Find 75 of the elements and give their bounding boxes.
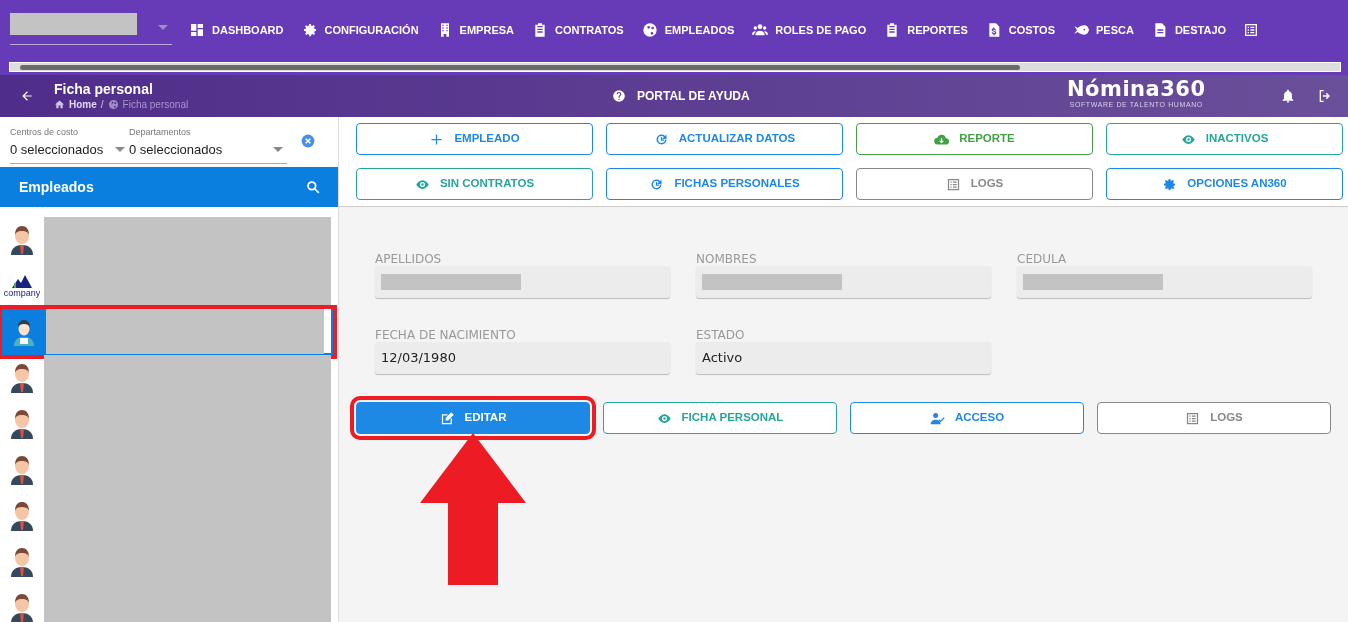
breadcrumb-separator: / <box>100 97 104 112</box>
fish-icon <box>1073 22 1089 38</box>
filter-select[interactable]: 0 seleccionados <box>10 139 129 164</box>
employee-list-item[interactable]: company <box>0 263 338 309</box>
toolbar-button[interactable]: EMPLEADO <box>356 123 593 155</box>
nav-link[interactable]: COSTOS <box>985 21 1055 39</box>
toolbar-button[interactable]: ACTUALIZAR DATOS <box>606 123 843 155</box>
person-avatar-icon <box>9 546 35 578</box>
input-field[interactable] <box>375 266 670 298</box>
search-icon[interactable] <box>306 180 320 194</box>
nav-link[interactable]: ROLES DE PAGO <box>752 21 867 39</box>
person-avatar-icon <box>9 408 35 440</box>
settings-icon <box>1162 176 1178 192</box>
input-field[interactable] <box>696 266 991 298</box>
filter-value: 0 seleccionados <box>129 140 223 159</box>
nav-link[interactable]: DESTAJO <box>1151 21 1227 39</box>
clipboard-icon <box>532 22 548 38</box>
person-avatar-icon <box>9 592 35 622</box>
input-field[interactable] <box>1017 266 1312 298</box>
caret-icon <box>273 146 283 152</box>
toolbar-button[interactable]: OPCIONES AN360 <box>1106 168 1343 200</box>
logo-text: company <box>3 288 41 298</box>
filter-select[interactable]: 0 seleccionados <box>129 139 287 164</box>
person-avatar-icon <box>9 224 35 256</box>
filter-label: Departamentos <box>129 126 192 139</box>
help-icon <box>612 89 626 103</box>
field-label: FECHA DE NACIMIENTO <box>375 328 517 342</box>
user-check-icon <box>929 410 945 426</box>
filter-label: Centros de costo <box>10 126 80 139</box>
field-label: CEDULA <box>1017 252 1068 266</box>
person-avatar-icon <box>9 500 35 532</box>
page-title: Ficha personal <box>54 80 154 97</box>
notification-bell-icon[interactable] <box>1280 88 1296 104</box>
filter-value: 0 seleccionados <box>10 140 104 159</box>
help-portal-link[interactable]: PORTAL DE AYUDA <box>637 87 750 105</box>
globe-icon <box>107 98 119 110</box>
breadcrumb-link[interactable]: Home <box>69 96 97 112</box>
field-label: APELLIDOS <box>375 252 443 266</box>
nav-link[interactable]: PESCA <box>1073 21 1134 39</box>
dashboard-icon <box>189 22 205 38</box>
list-icon <box>1243 22 1260 38</box>
nav-link[interactable]: DASHBOARD <box>189 21 284 39</box>
back-arrow-icon[interactable] <box>20 89 34 103</box>
person-avatar-icon <box>9 454 35 486</box>
settings-icon <box>301 22 318 38</box>
nav-link[interactable]: EMPLEADOS <box>641 21 735 39</box>
brand-logo: Nómina360 <box>1067 78 1206 100</box>
field-label: ESTADO <box>696 328 746 342</box>
nav-link[interactable]: CONFIGURACIÓN <box>301 21 419 39</box>
toolbar-button[interactable]: FICHAS PERSONALES <box>606 168 843 200</box>
scrollbar-thumb[interactable] <box>20 65 1020 70</box>
toolbar-button[interactable]: LOGS <box>856 168 1093 200</box>
nav-link[interactable]: EMPRESA <box>436 21 514 39</box>
clear-filter-icon[interactable] <box>301 134 315 148</box>
mountain-logo-icon <box>10 274 34 288</box>
breadcrumb-current-page: Ficha personal <box>122 97 189 112</box>
people-icon <box>752 22 769 38</box>
globe-icon <box>641 22 658 38</box>
nav-link[interactable]: CONTRATOS <box>532 21 624 39</box>
home-icon <box>54 98 65 110</box>
nav-link[interactable]: REPORTES <box>884 21 968 39</box>
caret-icon <box>158 25 168 30</box>
list-icon <box>1185 410 1201 426</box>
list-icon <box>945 176 961 192</box>
action-button[interactable]: LOGS <box>1097 402 1331 434</box>
field-label: NOMBRES <box>696 252 758 266</box>
person-avatar-icon <box>9 362 35 394</box>
input-field[interactable]: Activo <box>696 342 991 374</box>
caret-icon <box>115 146 126 152</box>
edit-icon <box>439 410 455 426</box>
horizontal-scrollbar[interactable] <box>9 62 1341 72</box>
company-select[interactable] <box>10 15 172 45</box>
panel-title: Empleados <box>19 177 94 197</box>
action-button[interactable]: ACCESO <box>850 402 1084 434</box>
input-field[interactable]: 12/03/1980 <box>375 342 670 374</box>
